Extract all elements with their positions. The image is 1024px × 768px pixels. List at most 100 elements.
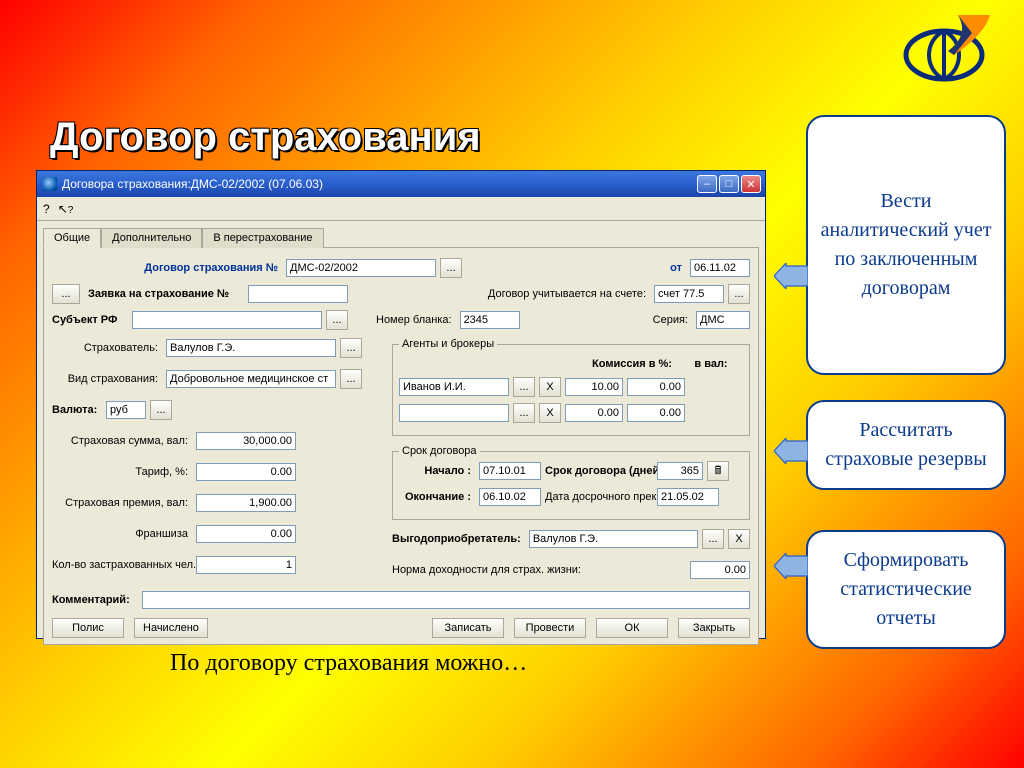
start-input[interactable]	[479, 462, 541, 480]
help-icon[interactable]: ?	[43, 202, 50, 216]
arrow-icon	[774, 438, 808, 464]
app-icon	[43, 177, 57, 191]
close-form-button[interactable]: Закрыть	[678, 618, 750, 638]
from-date-input[interactable]	[690, 259, 750, 277]
insurer-label: Страхователь:	[52, 342, 162, 354]
term-group: Срок договора Начало : Срок договора (дн…	[392, 445, 750, 520]
agent1-pct-input[interactable]	[565, 378, 623, 396]
callout-reports: Сформировать статистические отчеты	[806, 530, 1006, 649]
premium-input[interactable]	[196, 494, 296, 512]
account-input[interactable]	[654, 285, 724, 303]
end-label: Окончание :	[399, 491, 475, 503]
in-currency-label: в вал:	[683, 358, 743, 370]
agent2-picker[interactable]: ...	[513, 403, 535, 423]
insurer-input[interactable]	[166, 339, 336, 357]
beneficiary-label: Выгодоприобретатель:	[392, 533, 525, 545]
polis-button[interactable]: Полис	[52, 618, 124, 638]
charged-button[interactable]: Начислено	[134, 618, 208, 638]
comment-label: Комментарий:	[52, 594, 138, 606]
currency-picker[interactable]: ...	[150, 400, 172, 420]
franchise-input[interactable]	[196, 525, 296, 543]
agent1-name-input[interactable]	[399, 378, 509, 396]
persons-label: Кол-во застрахованных чел.	[52, 559, 192, 571]
maximize-button[interactable]: □	[719, 175, 739, 193]
contract-no-picker[interactable]: ...	[440, 258, 462, 278]
subject-rf-input[interactable]	[132, 311, 322, 329]
agent2-pct-input[interactable]	[565, 404, 623, 422]
blank-no-input[interactable]	[460, 311, 520, 329]
tab-additional[interactable]: Дополнительно	[101, 228, 202, 248]
agent2-val-input[interactable]	[627, 404, 685, 422]
arrow-icon	[774, 553, 808, 579]
early-date-input[interactable]	[657, 488, 719, 506]
agents-group: Агенты и брокеры Комиссия в %: в вал: ..…	[392, 338, 750, 436]
agent1-val-input[interactable]	[627, 378, 685, 396]
agents-legend: Агенты и брокеры	[399, 338, 497, 350]
subject-rf-label: Субъект РФ	[52, 314, 128, 326]
type-label: Вид страхования:	[52, 373, 162, 385]
titlebar[interactable]: Договора страхования:ДМС-02/2002 (07.06.…	[37, 171, 765, 197]
request-picker[interactable]: ...	[52, 284, 80, 304]
blank-no-label: Номер бланка:	[376, 314, 456, 326]
beneficiary-input[interactable]	[529, 530, 698, 548]
from-label: от	[670, 262, 686, 274]
term-legend: Срок договора	[399, 445, 480, 457]
start-label: Начало :	[399, 465, 475, 477]
commission-label: Комиссия в %:	[589, 358, 679, 370]
type-input[interactable]	[166, 370, 336, 388]
ok-button[interactable]: ОК	[596, 618, 668, 638]
persons-input[interactable]	[196, 556, 296, 574]
early-date-label: Дата досрочного прекращения:	[545, 491, 653, 503]
yield-norm-input[interactable]	[690, 561, 750, 579]
currency-label: Валюта:	[52, 404, 102, 416]
term-days-input[interactable]	[657, 462, 703, 480]
sum-input[interactable]	[196, 432, 296, 450]
account-picker[interactable]: ...	[728, 284, 750, 304]
window-title: Договора страхования:ДМС-02/2002 (07.06.…	[62, 177, 697, 191]
cursor-help-icon[interactable]: ↖?	[58, 202, 74, 216]
callout-analytics: Вести аналитический учет по заключенным …	[806, 115, 1006, 375]
sum-label: Страховая сумма, вал:	[52, 435, 192, 447]
app-window: Договора страхования:ДМС-02/2002 (07.06.…	[36, 170, 766, 639]
tab-strip: Общие Дополнительно В перестрахование	[37, 221, 765, 247]
post-button[interactable]: Провести	[514, 618, 586, 638]
comment-input[interactable]	[142, 591, 750, 609]
tariff-input[interactable]	[196, 463, 296, 481]
save-button[interactable]: Записать	[432, 618, 504, 638]
tab-reinsurance[interactable]: В перестрахование	[202, 228, 323, 248]
slide-title: Договор страхования	[50, 115, 481, 160]
tab-general[interactable]: Общие	[43, 228, 101, 248]
arrow-icon	[774, 263, 808, 289]
subject-rf-picker[interactable]: ...	[326, 310, 348, 330]
contract-no-input[interactable]	[286, 259, 436, 277]
series-label: Серия:	[653, 314, 692, 326]
term-days-calc[interactable]: 🖩	[707, 461, 729, 481]
slide-caption: По договору страхования можно…	[170, 650, 527, 677]
minimize-button[interactable]: –	[697, 175, 717, 193]
agent2-name-input[interactable]	[399, 404, 509, 422]
end-input[interactable]	[479, 488, 541, 506]
agent2-clear[interactable]: X	[539, 403, 561, 423]
yield-norm-label: Норма доходности для страх. жизни:	[392, 564, 686, 576]
close-button[interactable]: ✕	[741, 175, 761, 193]
tariff-label: Тариф, %:	[52, 466, 192, 478]
brand-logo	[894, 15, 994, 85]
account-label: Договор учитывается на счете:	[488, 288, 650, 300]
agent1-picker[interactable]: ...	[513, 377, 535, 397]
callout-reserves: Рассчитать страховые резервы	[806, 400, 1006, 490]
request-no-label: Заявка на страхование №	[84, 288, 244, 300]
premium-label: Страховая премия, вал:	[52, 497, 192, 509]
beneficiary-clear[interactable]: X	[728, 529, 750, 549]
term-days-label: Срок договора (дней):	[545, 465, 653, 477]
contract-no-label: Договор страхования №	[52, 262, 282, 274]
beneficiary-picker[interactable]: ...	[702, 529, 724, 549]
tab-panel-general: Договор страхования № ... от ... Заявка …	[43, 247, 759, 645]
insurer-picker[interactable]: ...	[340, 338, 362, 358]
request-no-input[interactable]	[248, 285, 348, 303]
toolbar: ? ↖?	[37, 197, 765, 221]
agent1-clear[interactable]: X	[539, 377, 561, 397]
currency-input[interactable]	[106, 401, 146, 419]
type-picker[interactable]: ...	[340, 369, 362, 389]
series-input[interactable]	[696, 311, 750, 329]
franchise-label: Франшиза	[52, 528, 192, 540]
